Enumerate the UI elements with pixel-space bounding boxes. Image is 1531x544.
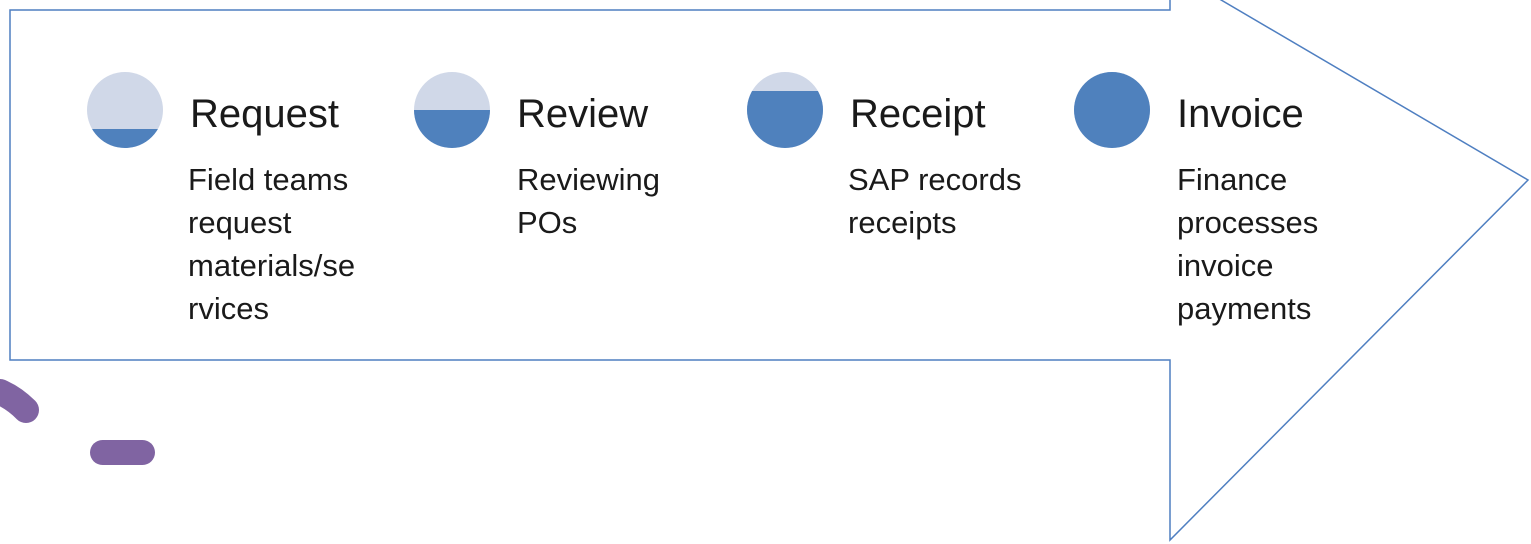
step-description-line: invoice bbox=[1177, 248, 1274, 283]
step-title: Request bbox=[190, 92, 339, 136]
step-description-line: request bbox=[188, 205, 292, 240]
step-description-line: receipts bbox=[848, 205, 957, 240]
step-title: Review bbox=[517, 92, 648, 136]
decorative-curve-mark bbox=[0, 379, 39, 423]
step-description-line: payments bbox=[1177, 291, 1311, 326]
step-title: Receipt bbox=[850, 92, 986, 136]
step-title: Invoice bbox=[1177, 92, 1304, 136]
step-description-line: POs bbox=[517, 205, 577, 240]
step-description-line: Reviewing bbox=[517, 162, 660, 197]
step-description-line: Finance bbox=[1177, 162, 1287, 197]
step-description-line: processes bbox=[1177, 205, 1318, 240]
process-diagram: Request Field teams request materials/se… bbox=[0, 0, 1530, 542]
decorative-dash-mark bbox=[90, 440, 155, 465]
step-description-line: rvices bbox=[188, 291, 269, 326]
step-description-line: materials/se bbox=[188, 248, 355, 283]
step-description-line: SAP records bbox=[848, 162, 1021, 197]
step-description-line: Field teams bbox=[188, 162, 348, 197]
